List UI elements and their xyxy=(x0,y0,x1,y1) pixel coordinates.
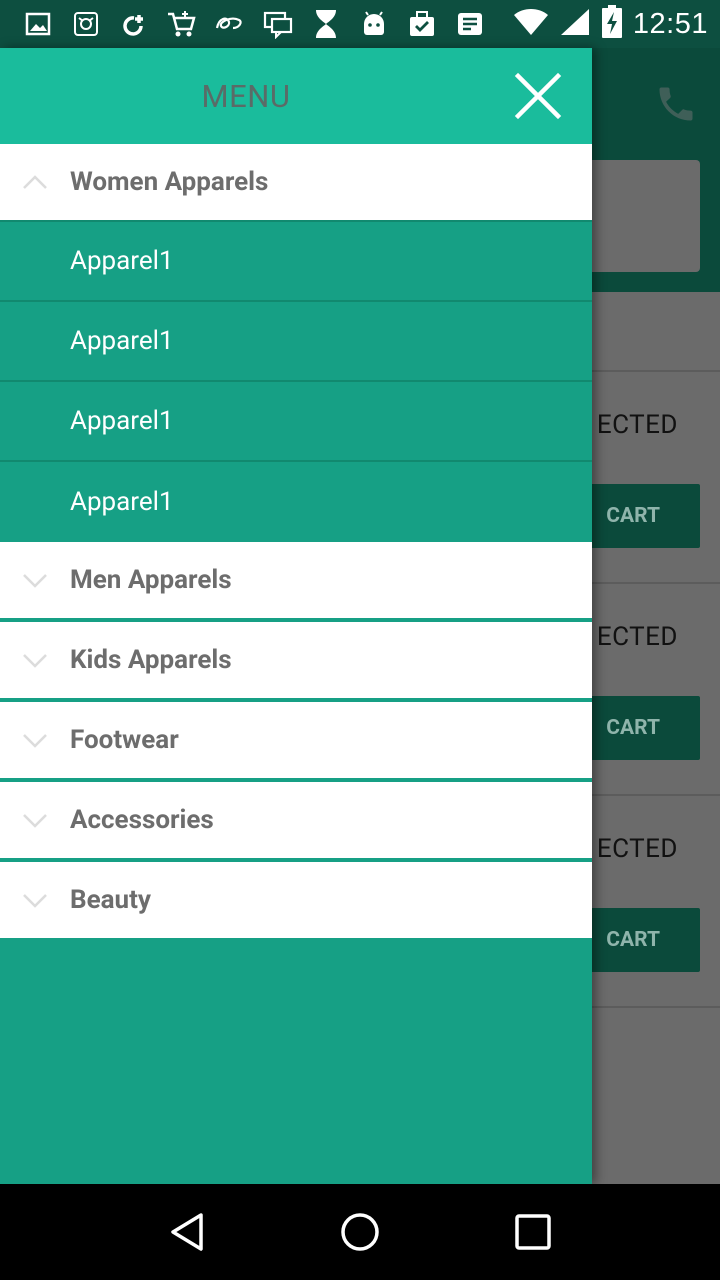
hourglass-icon xyxy=(308,7,343,42)
subcategory-item[interactable]: Apparel1 xyxy=(0,302,592,382)
category-label: Footwear xyxy=(70,725,179,755)
product-row-status: ECTED xyxy=(596,410,678,440)
chevron-down-icon xyxy=(0,622,70,698)
gallery-icon xyxy=(20,7,55,42)
cart-icon xyxy=(164,7,199,42)
status-bar: 12:51 xyxy=(0,0,720,48)
product-row-status: ECTED xyxy=(596,834,678,864)
subcategory-list: Apparel1 Apparel1 Apparel1 Apparel1 xyxy=(0,220,592,542)
shopping-bag-icon xyxy=(68,7,103,42)
category-label: Beauty xyxy=(70,885,151,915)
category-accessories: Accessories xyxy=(0,782,592,862)
chat-icon xyxy=(260,7,295,42)
notification-icons xyxy=(20,7,487,42)
signal-icon xyxy=(559,7,591,41)
message-icon xyxy=(452,7,487,42)
category-header[interactable]: Men Apparels xyxy=(0,542,592,618)
category-header[interactable]: Footwear xyxy=(0,702,592,778)
alibaba-icon xyxy=(212,7,247,42)
system-navigation-bar xyxy=(0,1184,720,1280)
checklist-icon xyxy=(404,7,439,42)
close-icon[interactable] xyxy=(512,70,564,122)
drawer-title: MENU xyxy=(201,77,291,115)
category-label: Men Apparels xyxy=(70,565,232,595)
chevron-down-icon xyxy=(0,862,70,938)
refresh-plus-icon xyxy=(116,7,151,42)
navigation-drawer: MENU Women Apparels Apparel1 Apparel1 Ap… xyxy=(0,48,592,1184)
category-men-apparels: Men Apparels xyxy=(0,542,592,622)
wifi-icon xyxy=(513,7,549,41)
category-header[interactable]: Accessories xyxy=(0,782,592,858)
subcategory-item[interactable]: Apparel1 xyxy=(0,382,592,462)
category-kids-apparels: Kids Apparels xyxy=(0,622,592,702)
category-footwear: Footwear xyxy=(0,702,592,782)
chevron-down-icon xyxy=(0,782,70,858)
phone-icon[interactable] xyxy=(654,82,698,130)
recents-icon[interactable] xyxy=(503,1202,563,1262)
category-header[interactable]: Beauty xyxy=(0,862,592,938)
chevron-down-icon xyxy=(0,702,70,778)
chevron-up-icon xyxy=(0,144,70,220)
category-label: Accessories xyxy=(70,805,214,835)
category-header[interactable]: Kids Apparels xyxy=(0,622,592,698)
product-row-status: ECTED xyxy=(596,622,678,652)
back-icon[interactable] xyxy=(157,1202,217,1262)
subcategory-item[interactable]: Apparel1 xyxy=(0,222,592,302)
category-label: Women Apparels xyxy=(70,167,269,197)
category-header[interactable]: Women Apparels xyxy=(0,144,592,220)
category-women-apparels: Women Apparels Apparel1 Apparel1 Apparel… xyxy=(0,144,592,542)
home-icon[interactable] xyxy=(330,1202,390,1262)
system-status: 12:51 xyxy=(513,5,708,43)
android-icon xyxy=(356,7,391,42)
chevron-down-icon xyxy=(0,542,70,618)
category-beauty: Beauty xyxy=(0,862,592,938)
battery-charging-icon xyxy=(601,5,623,43)
drawer-header: MENU xyxy=(0,48,592,144)
clock: 12:51 xyxy=(632,7,708,40)
category-label: Kids Apparels xyxy=(70,645,232,675)
subcategory-item[interactable]: Apparel1 xyxy=(0,462,592,542)
